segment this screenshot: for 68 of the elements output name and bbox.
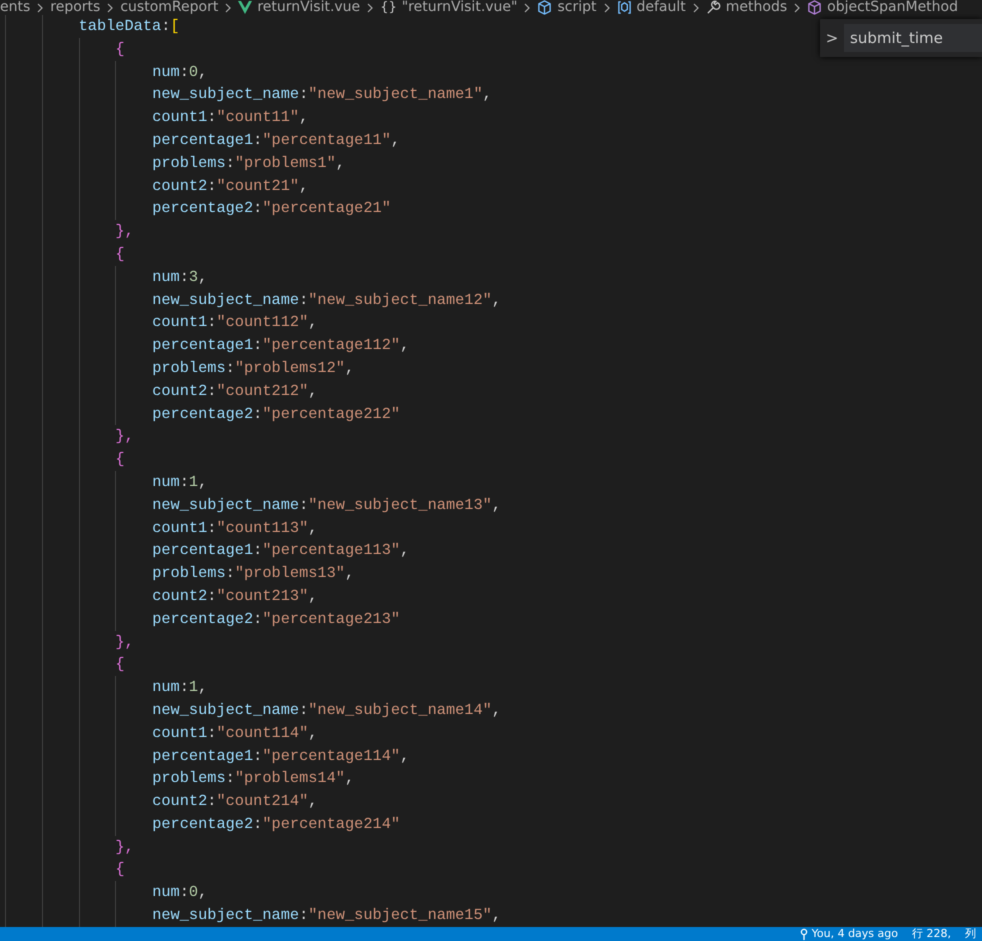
code-line: },	[115, 836, 134, 858]
code-line: {	[115, 38, 125, 60]
code-line: },	[115, 221, 134, 242]
code-line: },	[115, 426, 134, 448]
code-line: new_subject_name:"new_subject_name15",	[152, 905, 502, 926]
breadcrumb-item[interactable]: default	[636, 0, 686, 15]
code-line: count2:"count213",	[152, 586, 318, 607]
cube-icon	[807, 0, 822, 15]
code-line: new_subject_name:"new_subject_name12",	[152, 290, 502, 311]
breadcrumb-item[interactable]: methods	[726, 0, 788, 15]
chevron-icon[interactable]: >	[820, 29, 844, 47]
outline-item[interactable]: submit_time	[844, 24, 982, 52]
brackets-icon	[616, 0, 632, 15]
code-line: count1:"count112",	[152, 312, 318, 334]
code-line: new_subject_name:"new_subject_name13",	[152, 494, 502, 516]
chevron-icon	[36, 2, 44, 12]
code-line: num:3,	[152, 266, 208, 288]
code-line: count2:"count214",	[152, 791, 318, 812]
chevron-icon	[224, 2, 232, 12]
code-line: {	[115, 449, 125, 470]
code-line: percentage2:"percentage21"	[152, 198, 391, 220]
code-line: count2:"count212",	[152, 380, 318, 402]
code-line: problems:"problems12",	[152, 358, 354, 379]
cursor-position[interactable]: 行 228,	[912, 927, 951, 941]
code-line: new_subject_name:"new_subject_name1",	[152, 84, 492, 106]
column-label[interactable]: 列	[965, 927, 976, 941]
code-line: num:1,	[152, 677, 208, 698]
breadcrumb-item[interactable]: script	[557, 0, 596, 15]
code-line: },	[115, 632, 134, 653]
code-line: {	[115, 654, 125, 676]
code-line: problems:"problems14",	[152, 768, 354, 790]
code-line: count1:"count113",	[152, 518, 318, 539]
wrench-icon	[706, 0, 721, 15]
commit-icon	[800, 928, 808, 940]
cube-icon	[537, 0, 552, 15]
code-line: percentage1:"percentage112",	[152, 335, 410, 356]
code-line: percentage2:"percentage214"	[152, 814, 400, 835]
code-line: problems:"problems1",	[152, 152, 345, 174]
code-line: problems:"problems13",	[152, 563, 354, 584]
code-line: percentage2:"percentage212"	[152, 404, 400, 425]
code-line: new_subject_name:"new_subject_name14",	[152, 700, 502, 721]
code-line: percentage2:"percentage213"	[152, 608, 400, 630]
breadcrumb-item[interactable]: ents	[0, 0, 30, 15]
code-line: tableData:[	[78, 16, 180, 37]
code-line: count1:"count11",	[152, 107, 308, 128]
braces-icon: {}	[380, 0, 397, 15]
code-line: count1:"count114",	[152, 722, 318, 744]
chevron-icon	[692, 2, 700, 12]
chevron-icon	[602, 2, 610, 12]
breadcrumb-item[interactable]: objectSpanMethod	[827, 0, 958, 15]
code-line: {	[115, 244, 125, 265]
breadcrumb-item[interactable]: "returnVisit.vue"	[402, 0, 518, 15]
code-line: {	[115, 859, 125, 880]
chevron-icon	[366, 2, 374, 12]
code-line: num:0,	[152, 882, 208, 904]
code-line: percentage1:"percentage113",	[152, 540, 410, 562]
code-line: num:1,	[152, 472, 208, 493]
code-line: percentage1:"percentage114",	[152, 746, 410, 766]
breadcrumb-item[interactable]: customReport	[120, 0, 218, 15]
code-line: num:0,	[152, 62, 208, 83]
code-line: count2:"count21",	[152, 176, 308, 197]
chevron-icon	[793, 2, 802, 12]
chevron-icon	[523, 2, 532, 12]
breadcrumb-item[interactable]: reports	[50, 0, 100, 15]
breadcrumb-item[interactable]: returnVisit.vue	[257, 0, 360, 15]
blame-text[interactable]: You, 4 days ago	[812, 927, 898, 941]
code-line: percentage1:"percentage11",	[152, 130, 400, 151]
chevron-icon	[106, 2, 114, 12]
